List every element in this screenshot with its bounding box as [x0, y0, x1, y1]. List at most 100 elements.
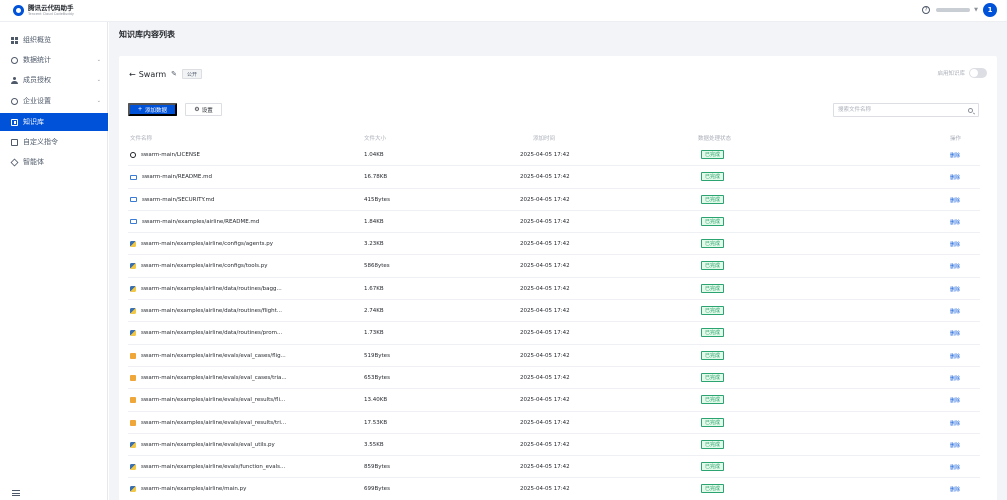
py-file-icon — [130, 464, 136, 471]
sidebar-item-label: 企业设置 — [23, 97, 51, 105]
add-data-button[interactable]: + 添加数据 — [128, 103, 177, 116]
file-name-cell: swarm-main/examples/airline/configs/tool… — [130, 263, 268, 270]
sidebar-item-label: 知识库 — [23, 118, 44, 126]
agent-icon — [10, 158, 19, 166]
sidebar-item[interactable]: 自定义指令 — [0, 133, 108, 151]
account-name[interactable] — [936, 8, 971, 12]
delete-link[interactable]: 删除 — [950, 486, 960, 493]
file-name: swarm-main/examples/airline/evals/functi… — [141, 464, 286, 471]
column-header-size: 文件大小 — [364, 136, 387, 142]
delete-link[interactable]: 删除 — [950, 420, 960, 427]
py-file-icon — [130, 241, 136, 248]
table-row: swarm-main/SECURITY.md 415Bytes 2025-04-05… — [128, 189, 980, 211]
enable-kb-toggle[interactable] — [969, 68, 987, 78]
file-size: 653Bytes — [364, 374, 390, 381]
book-icon — [11, 118, 18, 126]
added-time: 2025-04-05 17:42 — [520, 374, 570, 381]
delete-link[interactable]: 删除 — [950, 197, 960, 204]
column-header-name: 文件名称 — [130, 136, 153, 142]
status-badge: 已完成 — [701, 417, 725, 427]
logo[interactable]: 腾讯云代码助手 Tencent Cloud CodeBuddy — [13, 5, 74, 16]
file-name: swarm-main/examples/airline/evals/eval_c… — [141, 352, 286, 359]
file-size: 5868ytes — [364, 263, 390, 270]
sidebar-item[interactable]: 数据统计 ⌄ — [0, 51, 108, 69]
knowledge-base-name: Swarm — [138, 69, 167, 79]
delete-link[interactable]: 删除 — [950, 174, 960, 181]
delete-link[interactable]: 删除 — [950, 464, 960, 471]
knowledge-base-header: ← Swarm ✎ 公开 — [129, 69, 203, 79]
back-arrow-icon[interactable]: ← — [129, 70, 136, 79]
chevron-down-icon: ⌄ — [96, 77, 101, 83]
sidebar-item-label: 数据统计 — [23, 56, 51, 64]
added-time: 2025-04-05 17:42 — [520, 486, 570, 493]
file-name: swarm-main/LICENSE — [141, 152, 200, 158]
file-name-cell: swarm-main/examples/airline/data/routine… — [130, 330, 282, 337]
delete-link[interactable]: 删除 — [950, 263, 960, 270]
top-right-area: ? ▼ 1 — [922, 3, 997, 17]
file-size: 859Bytes — [364, 464, 390, 471]
delete-link[interactable]: 删除 — [950, 442, 960, 449]
delete-link[interactable]: 删除 — [950, 219, 960, 226]
delete-link[interactable]: 删除 — [950, 152, 960, 159]
search-icon[interactable] — [968, 107, 973, 113]
py-file-icon — [130, 486, 136, 493]
file-name: swarm-main/examples/airline/data/routine… — [141, 308, 283, 315]
logo-subtitle: Tencent Cloud CodeBuddy — [28, 11, 74, 16]
delete-link[interactable]: 删除 — [950, 308, 960, 315]
json-file-icon — [130, 419, 136, 426]
delete-link[interactable]: 删除 — [950, 397, 960, 404]
logo-title: 腾讯云代码助手 — [28, 4, 74, 12]
file-name: swarm-main/SECURITY.md — [142, 196, 215, 203]
content-card: ← Swarm ✎ 公开 启用知识库 + 添加数据 ⚙ 设置 文件名称 文件大小… — [119, 56, 997, 500]
file-name-cell: swarm-main/examples/airline/evals/eval_r… — [130, 397, 285, 404]
settings-button[interactable]: ⚙ 设置 — [185, 103, 222, 116]
sidebar-item-label: 组织概览 — [23, 36, 51, 44]
table-row: swarm-main/examples/airline/evals/eval_r… — [128, 389, 980, 412]
file-name: swarm-main/examples/airline/evals/eval_u… — [141, 441, 275, 448]
avatar[interactable]: 1 — [983, 3, 997, 17]
file-name: swarm-main/examples/airline/evals/eval_c… — [141, 374, 287, 381]
gear-file-icon — [130, 152, 136, 158]
sidebar-item[interactable]: 企业设置 ⌄ — [0, 92, 108, 110]
added-time: 2025-04-05 17:42 — [520, 330, 570, 337]
status-badge: 已完成 — [701, 395, 725, 405]
status-badge: 已完成 — [701, 350, 725, 360]
added-time: 2025-04-05 17:42 — [520, 397, 570, 404]
file-name-cell: swarm-main/examples/airline/README.md — [130, 219, 259, 225]
md-file-icon — [130, 219, 137, 225]
file-size: 17.53KB — [364, 419, 388, 426]
sidebar-item[interactable]: 智能体 — [0, 153, 108, 171]
chevron-down-icon[interactable]: ▼ — [974, 7, 978, 13]
person-icon — [11, 76, 18, 84]
file-size: 1.73KB — [364, 330, 384, 337]
edit-icon[interactable]: ✎ — [171, 70, 177, 78]
status-badge: 已完成 — [701, 216, 725, 226]
status-badge: 已完成 — [701, 462, 725, 472]
help-icon[interactable]: ? — [922, 6, 931, 14]
sidebar-item[interactable]: 成员授权 ⌄ — [0, 71, 108, 89]
added-time: 2025-04-05 17:42 — [520, 352, 570, 359]
table-row: swarm-main/examples/airline/data/routine… — [128, 278, 980, 301]
delete-link[interactable]: 删除 — [950, 241, 960, 248]
file-size: 699Bytes — [364, 486, 390, 493]
py-file-icon — [130, 285, 136, 292]
delete-link[interactable]: 删除 — [950, 286, 960, 293]
added-time: 2025-04-05 17:42 — [520, 174, 570, 181]
sidebar-item[interactable]: 组织概览 — [0, 31, 108, 49]
search-input[interactable] — [834, 104, 968, 116]
search-box — [833, 103, 979, 117]
delete-link[interactable]: 删除 — [950, 330, 960, 337]
added-time: 2025-04-05 17:42 — [520, 285, 570, 292]
file-size: 16.78KB — [364, 174, 388, 181]
column-header-time: 添加时间 — [533, 136, 556, 142]
sidebar-item[interactable]: 知识库 — [0, 113, 108, 131]
delete-link[interactable]: 删除 — [950, 375, 960, 382]
top-bar: 腾讯云代码助手 Tencent Cloud CodeBuddy ? ▼ 1 — [0, 0, 1007, 22]
file-name: swarm-main/examples/airline/configs/agen… — [141, 241, 273, 248]
delete-link[interactable]: 删除 — [950, 353, 960, 360]
public-badge: 公开 — [182, 69, 203, 79]
collapse-sidebar-icon[interactable] — [12, 490, 20, 496]
status-badge: 已完成 — [701, 328, 725, 338]
page-title: 知识库内容列表 — [119, 30, 175, 39]
py-file-icon — [130, 263, 136, 270]
